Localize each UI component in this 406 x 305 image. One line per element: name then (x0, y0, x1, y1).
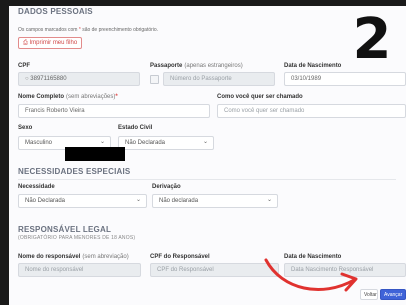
derivation-value: Não declarada (159, 198, 199, 204)
guardian-subtitle: (OBRIGATÓRIO PARA MENORES DE 18 ANOS) (18, 235, 136, 241)
passport-field[interactable]: Número do Passaporte (163, 72, 275, 86)
civil-status-value: Não Declarada (125, 140, 166, 146)
redaction-box (65, 147, 125, 161)
step-number-badge: 2 (352, 7, 392, 72)
guardian-name-label: Nome do responsável (sem abreviação) (18, 254, 129, 260)
guardian-cpf-label: CPF do Responsável (150, 254, 210, 260)
nickname-field[interactable]: Como você quer ser chamado (217, 104, 406, 118)
full-name-field[interactable]: Francis Roberto Vieira (18, 104, 210, 118)
need-select[interactable]: Não Declarada (18, 194, 147, 208)
back-button[interactable]: Voltar (360, 289, 378, 300)
derivation-select[interactable]: Não declarada (152, 194, 278, 208)
next-button[interactable]: Avançar (380, 289, 406, 300)
required-fields-note: Os campos marcados com * são de preenchi… (18, 27, 158, 33)
passport-label-text: Passaporte (150, 63, 183, 69)
civil-status-label: Estado Civil (118, 125, 153, 131)
cpf-label: CPF (18, 63, 30, 69)
full-name-label: Nome Completo (sem abreviações)* (18, 94, 118, 100)
section-divider (18, 179, 396, 180)
full-name-value: Francis Roberto Vieira (25, 108, 85, 114)
print-button[interactable]: ⎙ Imprimir meu filho (18, 37, 82, 49)
full-name-hint: (sem abreviações) (66, 94, 116, 100)
guardian-cpf-placeholder: CPF do Responsável (157, 267, 214, 273)
passport-placeholder: Número do Passaporte (170, 76, 232, 82)
need-value: Não Declarada (25, 198, 66, 204)
print-button-label: Imprimir meu filho (29, 40, 78, 46)
required-note-suffix: são de preenchimento obrigatório. (80, 27, 159, 33)
required-note-prefix: Os campos marcados com (18, 27, 79, 33)
section-title-guardian: RESPONSÁVEL LEGAL (18, 225, 112, 234)
section-title-special-needs: NECESSIDADES ESPECIAIS (18, 167, 131, 176)
nickname-placeholder: Como você quer ser chamado (224, 108, 305, 114)
full-name-required-star: * (115, 94, 118, 100)
birth-date-label: Data de Nascimento (284, 63, 342, 69)
guardian-name-hint: (sem abreviação) (82, 254, 129, 260)
birth-date-value: 03/10/1989 (291, 76, 322, 82)
passport-hint: (apenas estrangeiros) (184, 63, 243, 69)
sex-value: Masculino (25, 140, 53, 146)
screenshot-frame: DADOS PESSOAIS Os campos marcados com * … (0, 0, 406, 305)
printer-icon: ⎙ (23, 40, 28, 46)
section-title-personal: DADOS PESSOAIS (18, 7, 93, 16)
sex-label: Sexo (18, 125, 33, 131)
annotation-arrow-icon (264, 258, 358, 292)
foreigner-checkbox[interactable] (150, 75, 159, 84)
lock-icon: ○ (25, 76, 29, 82)
passport-label: Passaporte (apenas estrangeiros) (150, 63, 243, 69)
guardian-name-placeholder: Nome do responsável (25, 267, 84, 273)
birth-date-field[interactable]: 03/10/1989 (284, 72, 406, 86)
civil-status-select[interactable]: Não Declarada (118, 136, 214, 150)
guardian-name-field[interactable]: Nome do responsável (18, 263, 141, 277)
guardian-name-label-text: Nome do responsável (18, 254, 81, 260)
nickname-label: Como você quer ser chamado (217, 94, 303, 100)
guardian-cpf-field[interactable]: CPF do Responsável (150, 263, 279, 277)
need-label: Necessidade (18, 184, 55, 190)
cpf-value: 38971165880 (30, 76, 67, 82)
full-name-label-text: Nome Completo (18, 94, 65, 100)
cpf-field[interactable]: ○ 38971165880 (18, 72, 140, 86)
derivation-label: Derivação (152, 184, 181, 190)
